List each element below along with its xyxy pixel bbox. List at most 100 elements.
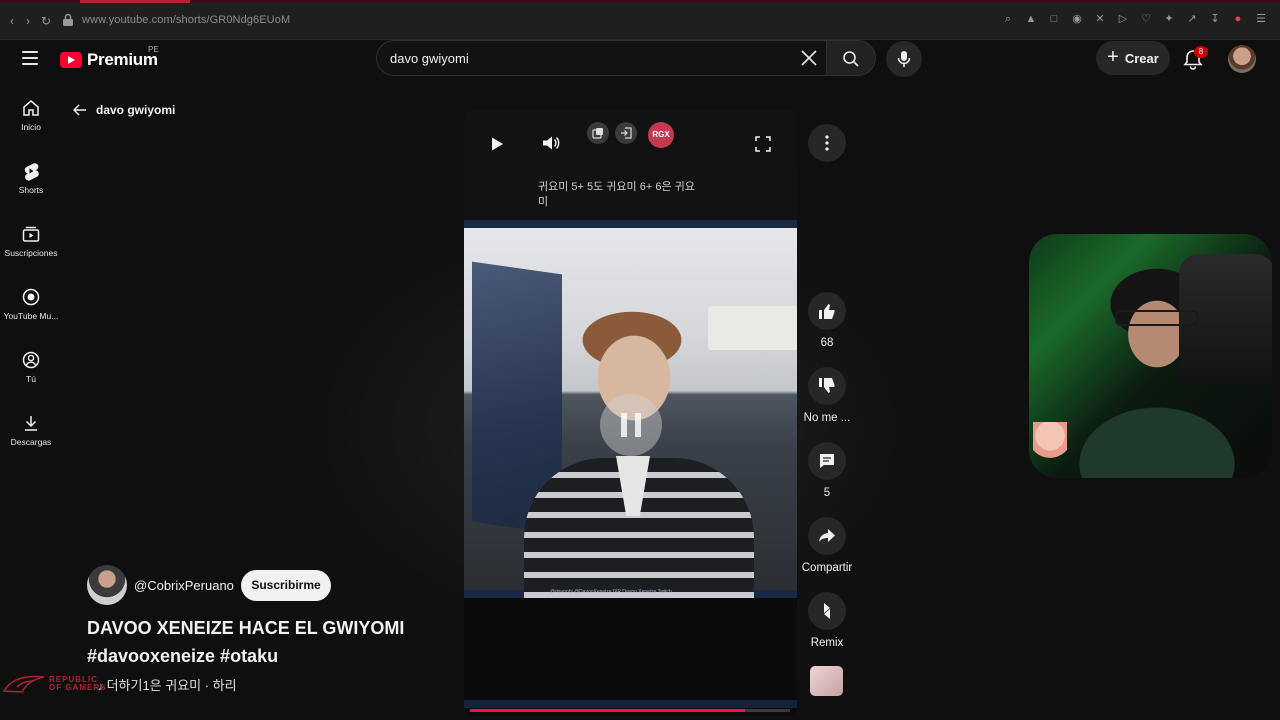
browser-toolbar: ‹ › ↻ www.youtube.com/shorts/GR0Ndg6EUoM… — [0, 0, 1280, 40]
comment-count: 5 — [823, 487, 831, 499]
share-page-icon[interactable]: ↗ — [1185, 12, 1199, 26]
create-label: Crear — [1124, 50, 1159, 66]
comment-icon — [820, 454, 834, 468]
sidebar-item-label: YouTube Mu... — [3, 311, 59, 321]
puzzle-icon[interactable]: ✦ — [1162, 12, 1176, 26]
voice-search-button[interactable] — [886, 41, 922, 77]
dislike-button[interactable] — [808, 367, 846, 405]
youtube-music-icon — [22, 288, 40, 306]
sidebar-item-you[interactable]: Tú — [0, 350, 62, 384]
fullscreen-icon[interactable] — [755, 136, 771, 152]
comments-button[interactable] — [808, 442, 846, 480]
sidebar-item-downloads[interactable]: Descargas — [0, 413, 62, 447]
youtube-play-logo-icon — [60, 52, 82, 68]
rgx-extension-badge[interactable]: RGX — [648, 122, 674, 148]
thumbs-down-icon — [819, 378, 835, 393]
notification-count-badge: 8 — [1194, 46, 1208, 58]
search-input[interactable]: davo gwiyomi — [376, 40, 828, 76]
sidebar-item-shorts[interactable]: Shorts — [0, 161, 62, 195]
search-button[interactable] — [826, 40, 876, 76]
glasses-image — [1115, 310, 1199, 326]
anime-sticker-image — [1033, 422, 1067, 468]
video-thumbnail-scene — [464, 228, 797, 598]
sidebar-item-label: Suscripciones — [4, 248, 58, 258]
rog-watermark: REPUBLIC OF GAMERS — [3, 673, 109, 695]
youtube-header: Premium PE davo gwiyomi + Crear 8 — [0, 40, 1280, 78]
search-value: davo gwiyomi — [390, 51, 469, 66]
microphone-icon — [897, 51, 911, 67]
search-query-title: davo gwiyomi — [96, 103, 176, 117]
sidebar-item-youtube-music[interactable]: YouTube Mu... — [0, 287, 62, 321]
region-code: PE — [148, 45, 159, 54]
video-title: DAVOO XENEIZE HACE EL GWIYOMI #davooxene… — [87, 618, 405, 666]
shorts-player[interactable]: RGX 귀요미 5+ 5도 귀요미 6+ 6은 귀요미 @davoobj @Da… — [464, 110, 797, 716]
streamer-webcam-overlay — [1029, 234, 1272, 478]
you-icon — [22, 351, 40, 369]
extension-enter-button[interactable] — [615, 122, 637, 144]
remix-icon — [824, 603, 830, 619]
more-options-button[interactable] — [808, 124, 846, 162]
social-handles-text: @davoobj @DavooXeneizeJXR Davoo Xeneize … — [550, 589, 672, 595]
sidebar-item-label: Tú — [26, 374, 36, 384]
sound-name: 더하기1은 귀요미 · 하리 — [106, 678, 237, 693]
address-bar-url[interactable]: www.youtube.com/shorts/GR0Ndg6EUoM — [82, 14, 290, 26]
account-avatar[interactable] — [1228, 45, 1256, 73]
like-count: 68 — [820, 337, 834, 349]
pin-icon[interactable]: ▲ — [1024, 12, 1038, 26]
picture-in-picture-icon — [592, 128, 603, 139]
dislike-label: No me ... — [803, 412, 851, 424]
zoom-icon[interactable]: ⌕ — [1001, 12, 1015, 26]
progress-fill — [470, 709, 745, 712]
home-icon — [23, 100, 39, 116]
create-button[interactable]: + Crear — [1096, 41, 1170, 75]
channel-avatar[interactable] — [87, 565, 127, 605]
share-label: Compartir — [801, 562, 853, 574]
sidebar-item-home[interactable]: Inicio — [0, 98, 62, 132]
reload-icon[interactable]: ↻ — [38, 13, 54, 29]
remix-button[interactable] — [808, 592, 846, 630]
search-icon — [843, 51, 859, 67]
thumbs-up-icon — [819, 304, 835, 319]
volume-icon[interactable] — [542, 135, 560, 151]
play-icon[interactable]: ▷ — [1116, 12, 1130, 26]
share-arrow-icon — [819, 529, 835, 542]
download-browser-icon[interactable]: ↧ — [1208, 12, 1222, 26]
sound-link[interactable]: ♪ 더하기1은 귀요미 · 하리 — [98, 675, 237, 694]
pause-overlay-button[interactable] — [600, 394, 662, 456]
forward-nav-icon[interactable]: › — [20, 13, 36, 29]
channel-name[interactable]: @CobrixPeruano — [134, 578, 234, 593]
sound-thumbnail[interactable] — [810, 666, 843, 696]
sidebar-item-label: Descargas — [10, 437, 52, 447]
sidebar-item-subscriptions[interactable]: Suscripciones — [0, 224, 62, 258]
remix-label: Remix — [810, 637, 844, 649]
recording-icon[interactable]: ● — [1231, 12, 1245, 26]
subscriptions-icon — [22, 226, 40, 242]
tab-icon[interactable]: □ — [1047, 12, 1061, 26]
enter-icon — [621, 127, 632, 139]
menu-icon[interactable]: ☰ — [1254, 12, 1268, 26]
heart-icon[interactable]: ♡ — [1139, 12, 1153, 26]
like-button[interactable] — [808, 292, 846, 330]
clear-search-icon[interactable] — [800, 49, 818, 67]
social-handles-strip — [464, 700, 797, 708]
arrow-left-icon — [73, 104, 86, 116]
shorts-icon — [24, 163, 39, 181]
youtube-premium-logo[interactable]: Premium — [60, 50, 158, 70]
active-tab-indicator[interactable] — [80, 0, 190, 3]
tab-strip — [0, 0, 1280, 3]
lock-icon — [63, 13, 73, 26]
hamburger-menu-icon[interactable] — [22, 51, 38, 65]
extension-pip-button[interactable] — [587, 122, 609, 144]
play-icon[interactable] — [490, 136, 504, 152]
back-navigation[interactable]: davo gwiyomi — [72, 102, 175, 118]
sidebar-item-label: Shorts — [18, 185, 44, 195]
plus-icon: + — [1107, 46, 1119, 68]
video-frame[interactable] — [464, 220, 797, 708]
back-nav-icon[interactable]: ‹ — [4, 13, 20, 29]
shield-icon[interactable]: ◉ — [1070, 12, 1084, 26]
sidebar-item-label: Inicio — [21, 122, 41, 132]
share-button[interactable] — [808, 517, 846, 555]
more-vertical-icon — [825, 135, 829, 151]
subscribe-button[interactable]: Suscribirme — [241, 570, 331, 601]
close-tab-icon[interactable]: ✕ — [1093, 12, 1107, 26]
